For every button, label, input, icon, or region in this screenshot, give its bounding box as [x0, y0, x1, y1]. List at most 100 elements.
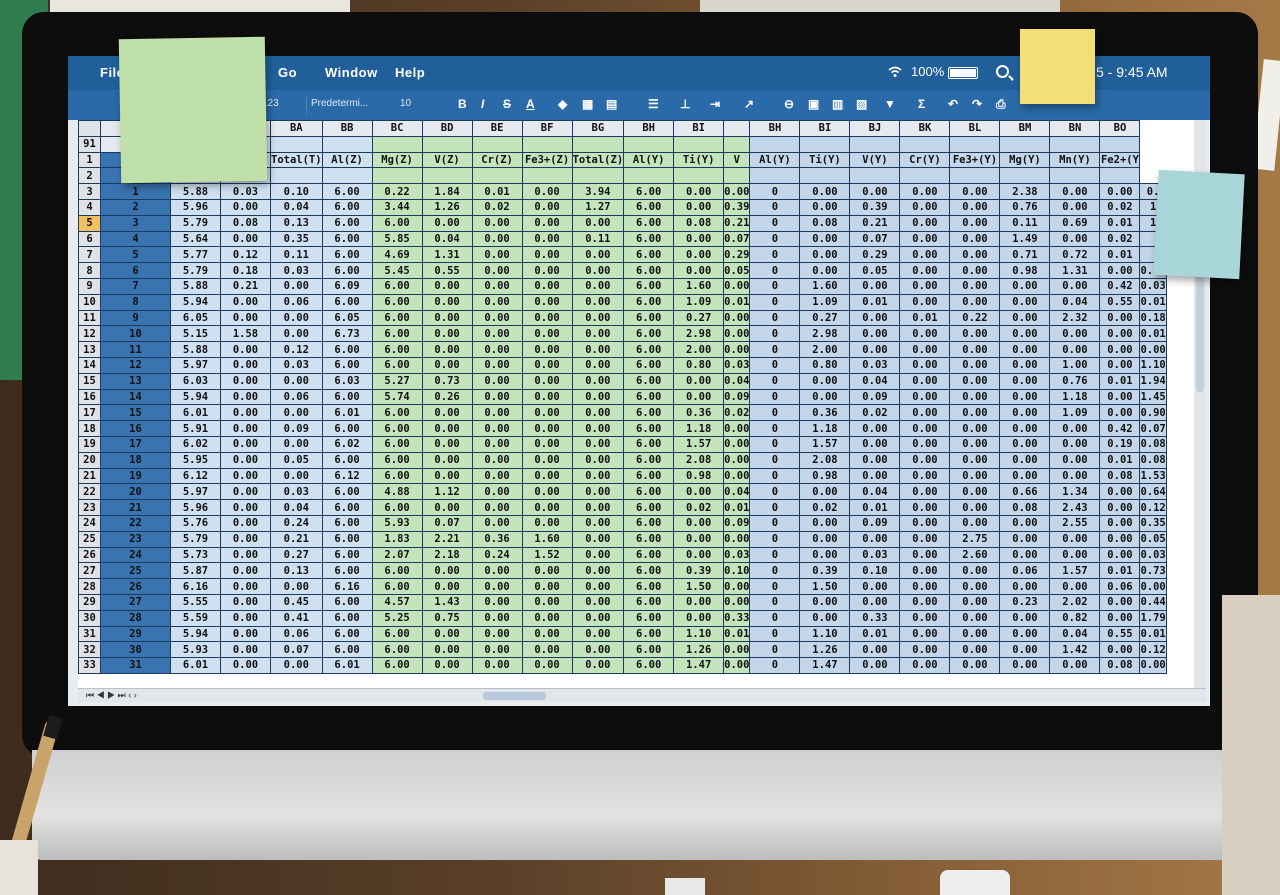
- table-cell[interactable]: 1.60: [673, 277, 725, 295]
- table-cell[interactable]: 0.64: [1139, 483, 1167, 501]
- table-cell[interactable]: 6.00: [321, 609, 373, 627]
- table-cell[interactable]: 0.11: [571, 230, 625, 248]
- table-cell[interactable]: 0.39: [723, 198, 751, 216]
- table-cell[interactable]: 6.12: [170, 467, 221, 485]
- table-cell[interactable]: 0.00: [571, 609, 625, 627]
- table-cell[interactable]: 0.00: [899, 435, 951, 453]
- table-cell[interactable]: 1.42: [1049, 641, 1101, 659]
- table-cell[interactable]: 1.60: [521, 530, 573, 548]
- table-cell[interactable]: 0.00: [1099, 641, 1141, 659]
- table-cell[interactable]: 5.94: [170, 625, 221, 643]
- table-cell[interactable]: 0.00: [220, 388, 271, 406]
- table-cell[interactable]: 0.00: [1049, 325, 1101, 343]
- table-cell[interactable]: 0.02: [471, 198, 523, 216]
- table-cell[interactable]: 0.00: [949, 657, 1001, 674]
- table-cell[interactable]: 0.00: [521, 435, 573, 453]
- table-cell[interactable]: 0.66: [999, 483, 1051, 501]
- table-cell[interactable]: 0.00: [421, 499, 473, 516]
- table-cell[interactable]: 0.00: [471, 435, 523, 453]
- table-cell[interactable]: 6.00: [371, 657, 423, 674]
- table-cell[interactable]: 6.16: [170, 578, 221, 595]
- table-cell[interactable]: 0.00: [723, 277, 751, 295]
- table-cell[interactable]: 0.00: [270, 657, 323, 674]
- table-cell[interactable]: 6.00: [371, 562, 423, 580]
- column-letter[interactable]: BH: [623, 120, 675, 137]
- table-cell[interactable]: 5.88: [170, 341, 221, 358]
- table-cell[interactable]: 6.00: [321, 562, 373, 580]
- table-cell[interactable]: 0.55: [1099, 293, 1141, 311]
- table-cell[interactable]: 0.00: [571, 277, 625, 295]
- table-cell[interactable]: 0.00: [1099, 404, 1141, 422]
- table-cell[interactable]: 0.01: [849, 625, 901, 643]
- table-cell[interactable]: 0.00: [521, 325, 573, 343]
- table-cell[interactable]: 0.00: [849, 593, 901, 611]
- row-number[interactable]: 5: [78, 214, 101, 232]
- align-icon[interactable]: ☰: [648, 97, 659, 111]
- table-cell[interactable]: 2.32: [1049, 309, 1101, 327]
- table-cell[interactable]: 0.00: [421, 214, 473, 232]
- table-cell[interactable]: 0.19: [1099, 435, 1141, 453]
- column-letter[interactable]: BE: [471, 120, 523, 137]
- table-cell[interactable]: 6.00: [321, 230, 373, 248]
- table-cell[interactable]: 0: [749, 562, 801, 580]
- table-cell[interactable]: 0: [749, 420, 801, 437]
- table-cell[interactable]: 0.00: [999, 514, 1051, 532]
- column-header[interactable]: Ti(Y): [673, 151, 725, 169]
- table-cell[interactable]: 1.10: [799, 625, 851, 643]
- table-cell[interactable]: 0.00: [270, 277, 323, 295]
- table-cell[interactable]: 6.00: [371, 451, 423, 469]
- table-cell[interactable]: 0.00: [799, 183, 851, 200]
- table-cell[interactable]: 0.00: [849, 657, 901, 674]
- table-cell[interactable]: 0.00: [270, 325, 323, 343]
- table-cell[interactable]: 0.00: [521, 293, 573, 311]
- index-cell[interactable]: 17: [100, 435, 171, 453]
- battery-icon[interactable]: [948, 67, 978, 79]
- table-cell[interactable]: 0.00: [571, 262, 625, 279]
- table-cell[interactable]: 0: [749, 372, 801, 390]
- table-cell[interactable]: 0.33: [849, 609, 901, 627]
- column-header[interactable]: Fe3+(Y): [949, 151, 1001, 169]
- table-cell[interactable]: 0.00: [220, 514, 271, 532]
- table-cell[interactable]: 0.00: [673, 593, 725, 611]
- index-cell[interactable]: 7: [100, 277, 171, 295]
- table-cell[interactable]: 6.00: [623, 262, 675, 279]
- table-cell[interactable]: 6.01: [321, 404, 373, 422]
- chart-icon[interactable]: ▥: [832, 97, 843, 111]
- row-number[interactable]: 22: [78, 483, 101, 501]
- table-cell[interactable]: 5.94: [170, 293, 221, 311]
- table-cell[interactable]: 0.00: [471, 578, 523, 595]
- table-cell[interactable]: 0.22: [949, 309, 1001, 327]
- table-cell[interactable]: 2.75: [949, 530, 1001, 548]
- table-cell[interactable]: 6.01: [170, 404, 221, 422]
- table-cell[interactable]: 0.00: [899, 451, 951, 469]
- table-cell[interactable]: 0.00: [421, 356, 473, 374]
- table-cell[interactable]: 0.12: [1139, 641, 1167, 659]
- sum-button[interactable]: Σ: [918, 97, 925, 111]
- table-cell[interactable]: 6.00: [371, 356, 423, 374]
- table-cell[interactable]: 0.44: [1139, 593, 1167, 611]
- table-cell[interactable]: 0.03: [723, 356, 751, 374]
- table-cell[interactable]: 0.00: [1049, 230, 1101, 248]
- table-cell[interactable]: [849, 167, 901, 185]
- table-cell[interactable]: 0.01: [723, 625, 751, 643]
- table-cell[interactable]: 0.00: [471, 388, 523, 406]
- table-cell[interactable]: 0.00: [899, 514, 951, 532]
- table-cell[interactable]: 0.00: [571, 593, 625, 611]
- table-cell[interactable]: 0.00: [673, 246, 725, 264]
- table-cell[interactable]: 6.00: [623, 372, 675, 390]
- table-cell[interactable]: 1.49: [999, 230, 1051, 248]
- table-cell[interactable]: 0.00: [1099, 593, 1141, 611]
- table-cell[interactable]: 0.00: [1049, 467, 1101, 485]
- table-cell[interactable]: 6.00: [321, 183, 373, 200]
- index-cell[interactable]: 21: [100, 499, 171, 516]
- clock[interactable]: 5 - 9:45 AM: [1096, 64, 1168, 80]
- table-cell[interactable]: 0.00: [571, 293, 625, 311]
- table-cell[interactable]: 0.00: [799, 372, 851, 390]
- table-cell[interactable]: [1049, 135, 1101, 153]
- table-cell[interactable]: 0.90: [1139, 404, 1167, 422]
- table-cell[interactable]: 0.00: [899, 499, 951, 516]
- column-letter[interactable]: BB: [321, 120, 373, 137]
- table-cell[interactable]: 0: [749, 435, 801, 453]
- table-cell[interactable]: 0.00: [899, 562, 951, 580]
- table-cell[interactable]: 0.00: [949, 372, 1001, 390]
